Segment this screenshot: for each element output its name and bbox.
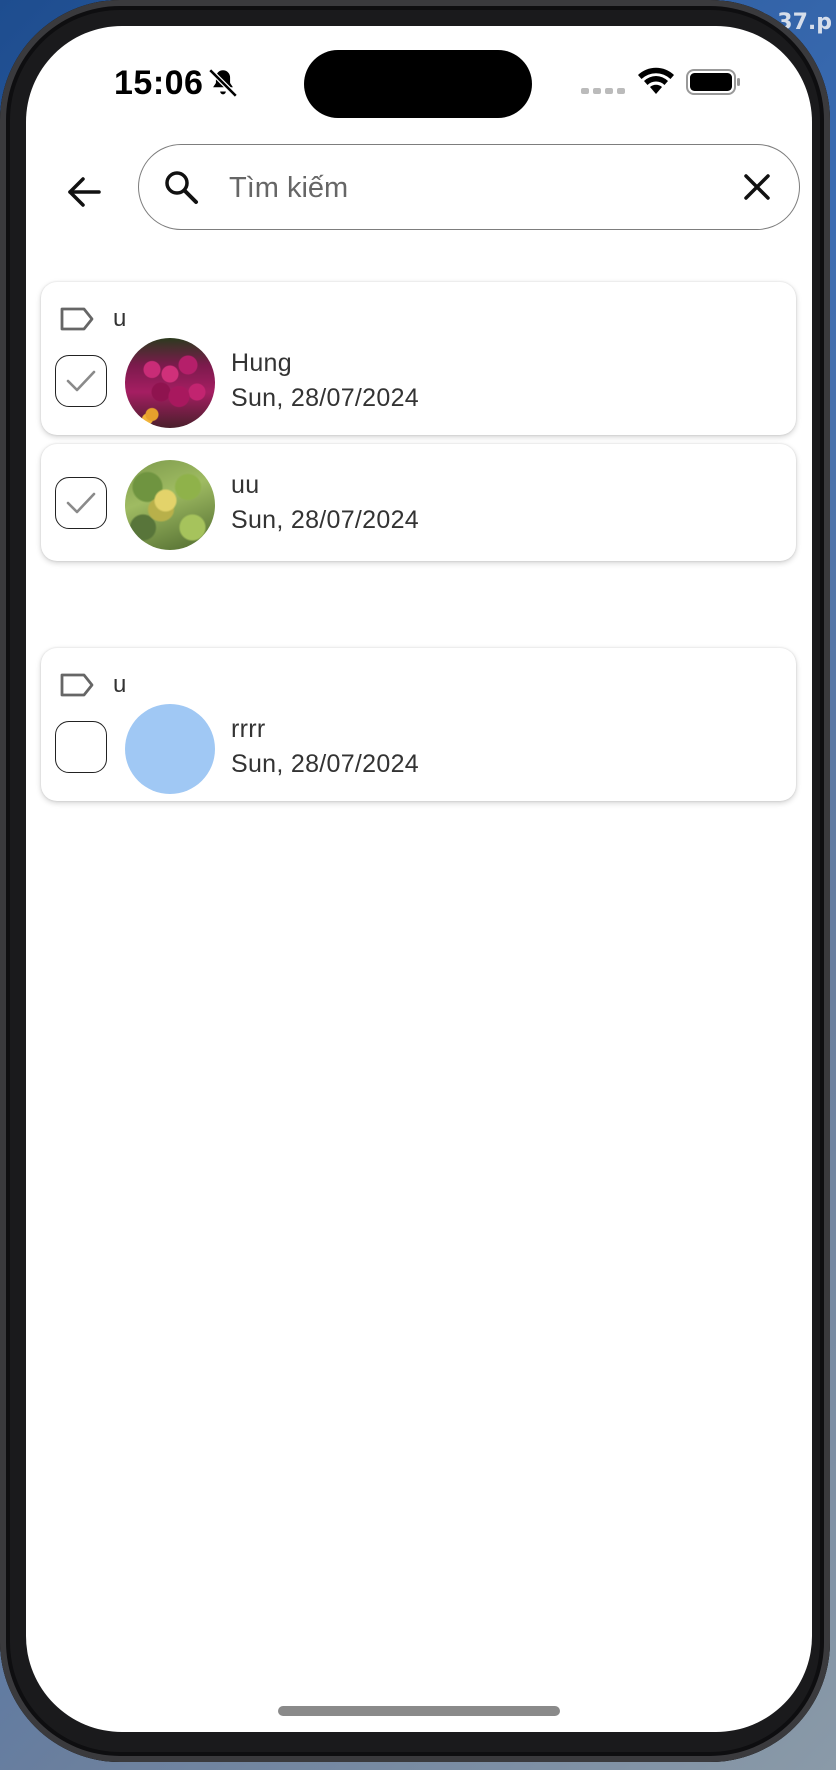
close-icon	[744, 174, 770, 200]
tag-label: u	[113, 671, 127, 698]
list-item[interactable]: u rrrr Sun, 28/07/2024	[41, 648, 796, 801]
clear-search-button[interactable]	[735, 165, 779, 209]
label-tag-icon	[60, 307, 94, 331]
search-input[interactable]	[227, 163, 711, 213]
item-checkbox[interactable]	[55, 721, 107, 773]
phone-frame: 15:06 Tìm kiếm u Hung Sun, 28/07/2024 uu…	[0, 0, 830, 1762]
item-title: rrrr	[231, 715, 266, 743]
item-date: Sun, 28/07/2024	[231, 506, 419, 534]
dynamic-island	[304, 50, 532, 118]
checkmark-icon	[66, 492, 96, 514]
item-date: Sun, 28/07/2024	[231, 384, 419, 412]
item-avatar	[125, 460, 215, 550]
home-indicator[interactable]	[278, 1706, 560, 1716]
item-avatar	[125, 704, 215, 794]
list-item[interactable]: uu Sun, 28/07/2024	[41, 444, 796, 561]
tag-label: u	[113, 305, 127, 332]
item-title: uu	[231, 471, 260, 499]
cellular-signal-icon	[581, 88, 625, 94]
tag-row: u	[59, 304, 126, 334]
item-checkbox[interactable]	[55, 355, 107, 407]
search-bar[interactable]	[138, 144, 800, 230]
bell-off-icon	[208, 68, 238, 98]
battery-icon	[686, 69, 740, 95]
arrow-left-icon	[68, 177, 101, 207]
tag-row: u	[59, 670, 126, 700]
device-background: 2.37.p 15:06 Tìm kiếm u Hung Sun, 28/07/…	[0, 0, 836, 1770]
label-tag-icon	[60, 673, 94, 697]
back-button[interactable]	[56, 164, 112, 220]
phone-screen: 15:06 Tìm kiếm u Hung Sun, 28/07/2024 uu…	[26, 26, 812, 1732]
status-time: 15:06	[114, 64, 204, 102]
checkmark-icon	[66, 370, 96, 392]
item-avatar	[125, 338, 215, 428]
item-checkbox[interactable]	[55, 477, 107, 529]
list-item[interactable]: u Hung Sun, 28/07/2024	[41, 282, 796, 435]
wifi-icon	[638, 67, 674, 94]
item-date: Sun, 28/07/2024	[231, 750, 419, 778]
search-icon	[165, 171, 198, 204]
item-title: Hung	[231, 349, 292, 377]
